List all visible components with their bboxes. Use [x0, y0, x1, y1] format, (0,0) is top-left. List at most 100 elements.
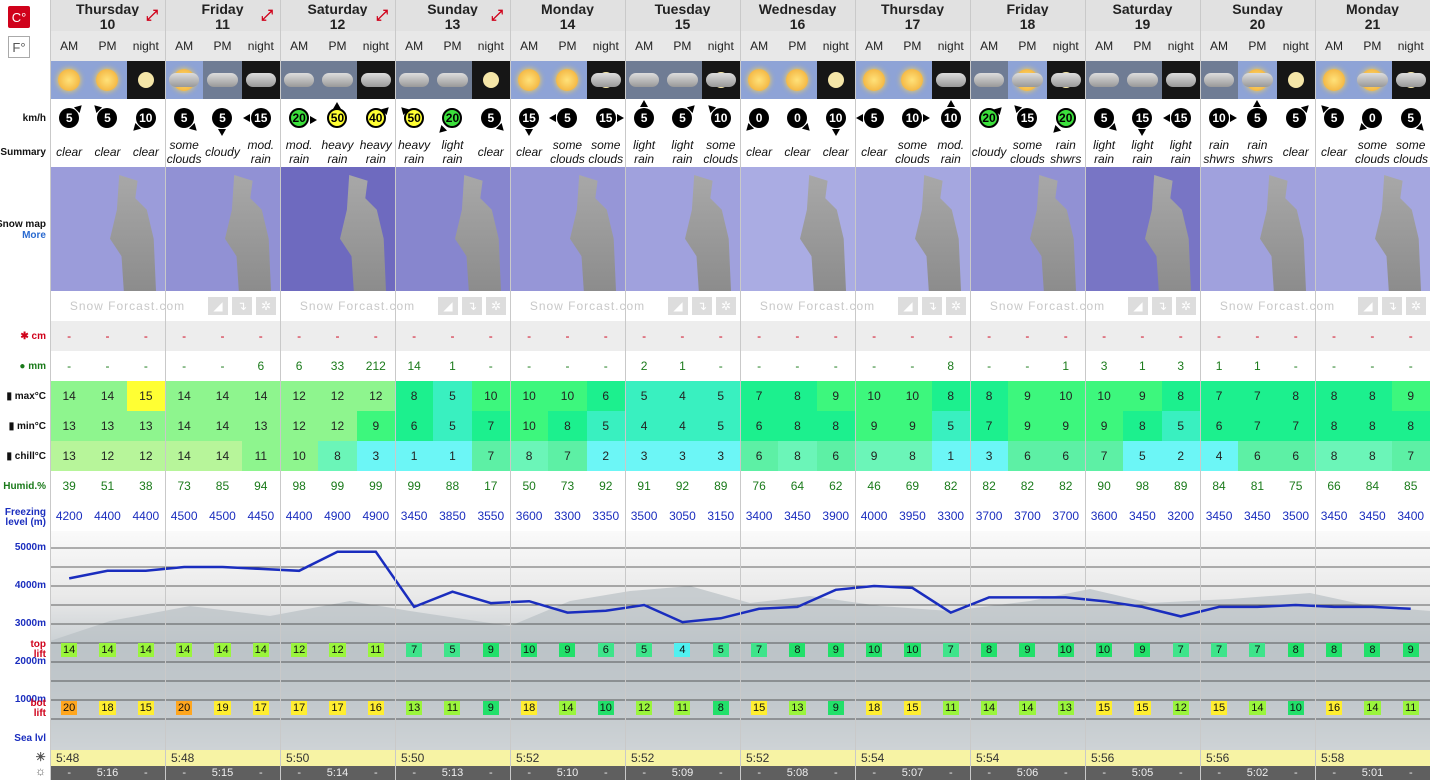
- arrow-icon: [1050, 124, 1061, 136]
- weather-cloud-icon: [931, 61, 970, 99]
- max-temp-value: 5: [624, 381, 664, 411]
- snow-value: -: [1199, 321, 1239, 351]
- arrow-icon: [856, 114, 864, 122]
- map-option-icon[interactable]: ✲: [946, 297, 966, 315]
- snow-map-image[interactable]: [50, 167, 165, 291]
- sunset-time: 5:07: [901, 767, 924, 779]
- weather-moon-cloud-icon: [586, 61, 625, 99]
- min-temp-value: 7: [1238, 411, 1277, 441]
- map-option-icon[interactable]: ✲: [256, 297, 276, 315]
- freezing-level-value: 3450: [778, 501, 817, 531]
- expand-icon[interactable]: ⤢: [373, 6, 391, 24]
- period-label: PM: [433, 31, 472, 61]
- summary-text: cloudy: [969, 137, 1009, 167]
- expand-icon[interactable]: ⤢: [143, 6, 161, 24]
- expand-icon[interactable]: ⤢: [258, 6, 276, 24]
- bot-lift-temp-badge: 18: [520, 701, 538, 715]
- map-option-icon[interactable]: ◢: [668, 297, 688, 315]
- min-temp-value: 10: [509, 411, 549, 441]
- map-option-icon[interactable]: ◢: [208, 297, 228, 315]
- freezing-level-value: 3850: [433, 501, 472, 531]
- snow-map-image[interactable]: [510, 167, 625, 291]
- snow-forecast-table: C° F° km/h Summary Snow map More ✱ cm ● …: [0, 0, 1430, 780]
- rain-value: -: [893, 351, 932, 381]
- sunrise-time: 5:50: [401, 751, 425, 765]
- map-option-icon[interactable]: ✲: [486, 297, 506, 315]
- wind-cell: 5: [471, 99, 510, 137]
- max-unit: max°C: [14, 391, 46, 402]
- humidity-value: 50: [509, 471, 549, 501]
- snow-map-image[interactable]: [165, 167, 280, 291]
- rain-value: -: [1391, 351, 1430, 381]
- summary-text: clear: [739, 137, 779, 167]
- day-date: 15: [674, 16, 691, 31]
- weather-moon-icon: [126, 61, 165, 99]
- top-lift-temp-badge: 7: [1172, 643, 1189, 657]
- map-option-icon[interactable]: ✲: [716, 297, 736, 315]
- freezing-level-value: 3450: [1238, 501, 1277, 531]
- map-option-icon[interactable]: ✲: [1176, 297, 1196, 315]
- min-temp-value: 7: [471, 411, 510, 441]
- map-option-icon[interactable]: ◢: [898, 297, 918, 315]
- bot-lift-cell: 14: [1008, 700, 1046, 716]
- bot-lift-temp-badge: 15: [750, 701, 768, 715]
- summary-text: some clouds: [1008, 137, 1047, 167]
- snow-map-image[interactable]: [280, 167, 395, 291]
- snow-map-image[interactable]: [855, 167, 970, 291]
- map-option-icon[interactable]: ↴: [1152, 297, 1172, 315]
- chill-value: 7: [471, 441, 510, 471]
- snow-map-image[interactable]: [625, 167, 740, 291]
- summary-text: rain shwrs: [1238, 137, 1277, 167]
- day-separator: [165, 0, 166, 780]
- celsius-toggle[interactable]: C°: [8, 6, 30, 28]
- fahrenheit-toggle[interactable]: F°: [8, 36, 30, 58]
- map-option-icon[interactable]: ↴: [232, 297, 252, 315]
- max-temp-value: 12: [279, 381, 319, 411]
- summary-text: some clouds: [586, 137, 625, 167]
- sunrise-time: 5:52: [631, 751, 655, 765]
- freezing-level-value: 3450: [1199, 501, 1239, 531]
- summary-text: clear: [1314, 137, 1354, 167]
- rain-value: 1: [1046, 351, 1085, 381]
- snow-map-image[interactable]: [395, 167, 510, 291]
- bot-lift-cell: 20: [50, 700, 88, 716]
- weather-moon-icon: [471, 61, 510, 99]
- snow-map-image[interactable]: [740, 167, 855, 291]
- snow-map-image[interactable]: [970, 167, 1085, 291]
- summary-text: some clouds: [164, 137, 204, 167]
- humidity-label: Humid.%: [3, 481, 46, 492]
- snow-map-image[interactable]: [1085, 167, 1200, 291]
- expand-icon[interactable]: ⤢: [488, 6, 506, 24]
- wind-direction-icon: 5: [856, 108, 885, 128]
- map-option-icon[interactable]: ↴: [462, 297, 482, 315]
- map-option-icon[interactable]: ◢: [1358, 297, 1378, 315]
- rain-value: -: [471, 351, 510, 381]
- wind-direction-icon: 10: [940, 100, 961, 128]
- freezing-level-value: 3050: [663, 501, 702, 531]
- map-option-icon[interactable]: ◢: [1128, 297, 1148, 315]
- rain-value: -: [50, 351, 89, 381]
- cloud-icon: [398, 73, 430, 87]
- chill-unit: chill°C: [14, 451, 46, 462]
- land-shape: [455, 175, 501, 291]
- summary-text: heavy rain: [318, 137, 357, 167]
- snow-map-image[interactable]: [1200, 167, 1315, 291]
- summary-text: mod. rain: [931, 137, 970, 167]
- bot-lift-cell: 17: [280, 700, 318, 716]
- snowmap-more-link[interactable]: More: [22, 230, 46, 241]
- top-lift-cell: 8: [1315, 642, 1353, 658]
- map-option-icon[interactable]: ✲: [1406, 297, 1426, 315]
- map-option-icon[interactable]: ↴: [692, 297, 712, 315]
- wind-direction-icon: 10: [705, 102, 731, 128]
- weather-sun-icon: [893, 61, 932, 99]
- top-lift-cell: 5: [702, 642, 740, 658]
- weather-moon-cloud-icon: [1391, 61, 1430, 99]
- freezing-level-value: 3700: [1008, 501, 1047, 531]
- period-label: AM: [394, 31, 434, 61]
- sunset-dash: -: [872, 767, 876, 779]
- map-option-icon[interactable]: ↴: [1382, 297, 1402, 315]
- map-option-icon[interactable]: ↴: [922, 297, 942, 315]
- map-option-icon[interactable]: ◢: [438, 297, 458, 315]
- top-lift-temp-badge: 10: [1095, 643, 1113, 657]
- snow-map-image[interactable]: [1315, 167, 1430, 291]
